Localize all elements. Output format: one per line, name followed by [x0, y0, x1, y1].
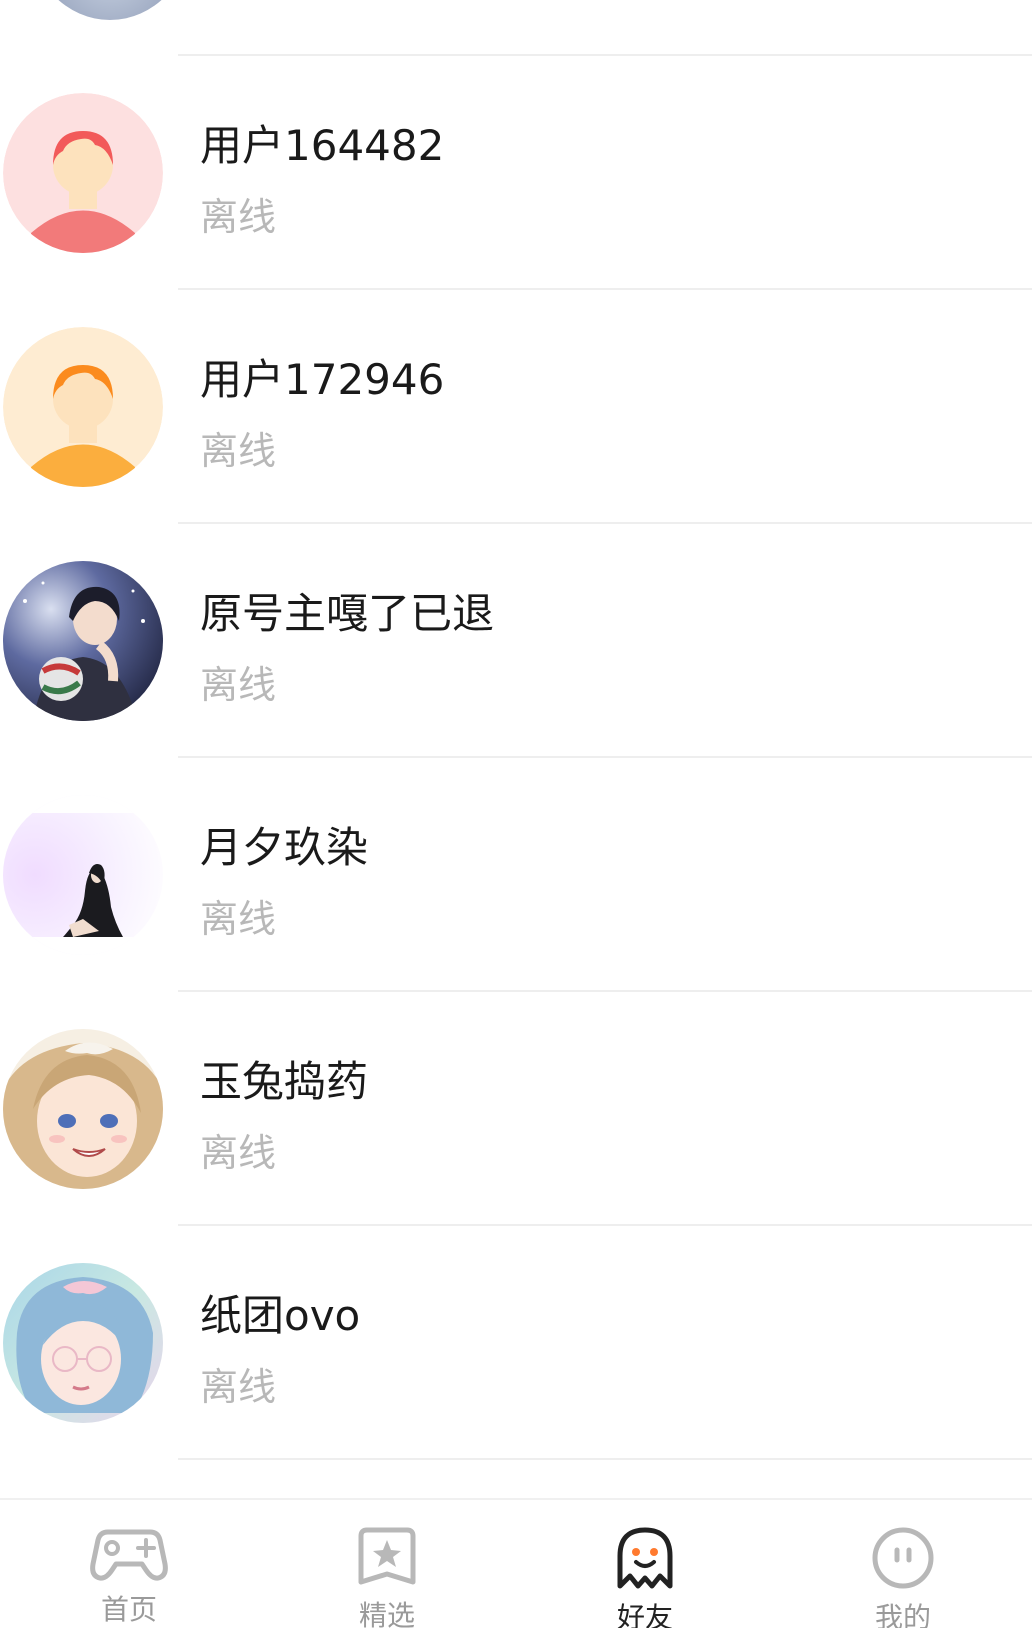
avatar[interactable]: [3, 327, 163, 487]
default-user-icon: [3, 93, 163, 253]
divider: [178, 1458, 1032, 1460]
anime-avatar-image: [3, 1029, 163, 1189]
ghost-icon: [605, 1526, 685, 1590]
friend-status: 离线: [200, 195, 277, 239]
friend-name: 用户164482: [200, 121, 445, 170]
anime-avatar-image: [3, 561, 163, 721]
default-user-icon: [3, 327, 163, 487]
friend-name: 用户172946: [200, 355, 445, 404]
tab-label: 好友: [616, 1601, 673, 1628]
list-item[interactable]: 用户164482 离线: [0, 56, 1032, 290]
list-item[interactable]: 原号主嘎了已退 离线: [0, 524, 1032, 758]
avatar[interactable]: [3, 93, 163, 253]
tab-label: 精选: [358, 1599, 415, 1628]
friends-screen: 用户164482 离线 用户172946 离线 原号主嘎了已退 离线 月夕玖染 …: [0, 0, 1032, 1628]
friend-name: 原号主嘎了已退: [200, 589, 495, 638]
list-item[interactable]: 玉兔捣药 离线: [0, 992, 1032, 1226]
avatar[interactable]: [3, 795, 163, 955]
gamepad-icon: [89, 1526, 169, 1582]
friend-status: 离线: [200, 897, 277, 941]
bottom-tab-bar: 首页 精选 好友 我的: [0, 1498, 1032, 1628]
tab-label: 我的: [874, 1601, 931, 1628]
avatar[interactable]: [3, 1029, 163, 1189]
friend-name: 月夕玖染: [200, 823, 369, 872]
anime-avatar-image: [3, 1263, 163, 1423]
tab-mine[interactable]: 我的: [774, 1500, 1032, 1628]
tab-label: 首页: [100, 1593, 157, 1626]
tab-friends[interactable]: 好友: [516, 1500, 774, 1628]
friend-status: 离线: [200, 429, 277, 473]
avatar[interactable]: [3, 1263, 163, 1423]
list-item[interactable]: 用户172946 离线: [0, 290, 1032, 524]
anime-avatar-image: [3, 795, 163, 955]
tab-featured[interactable]: 精选: [258, 1500, 516, 1628]
friend-status: 离线: [200, 1365, 277, 1409]
face-icon: [863, 1526, 943, 1590]
friend-name: 纸团ovo: [200, 1291, 361, 1340]
avatar[interactable]: [30, 0, 190, 20]
tab-home[interactable]: 首页: [0, 1500, 258, 1628]
list-item[interactable]: 纸团ovo 离线: [0, 1226, 1032, 1460]
friend-status: 离线: [200, 663, 277, 707]
list-item[interactable]: 月夕玖染 离线: [0, 758, 1032, 992]
friend-status: 离线: [200, 1131, 277, 1175]
star-bookmark-icon: [347, 1526, 427, 1588]
friend-name: 玉兔捣药: [200, 1057, 369, 1106]
avatar[interactable]: [3, 561, 163, 721]
friend-list: 用户164482 离线 用户172946 离线 原号主嘎了已退 离线 月夕玖染 …: [0, 56, 1032, 1460]
